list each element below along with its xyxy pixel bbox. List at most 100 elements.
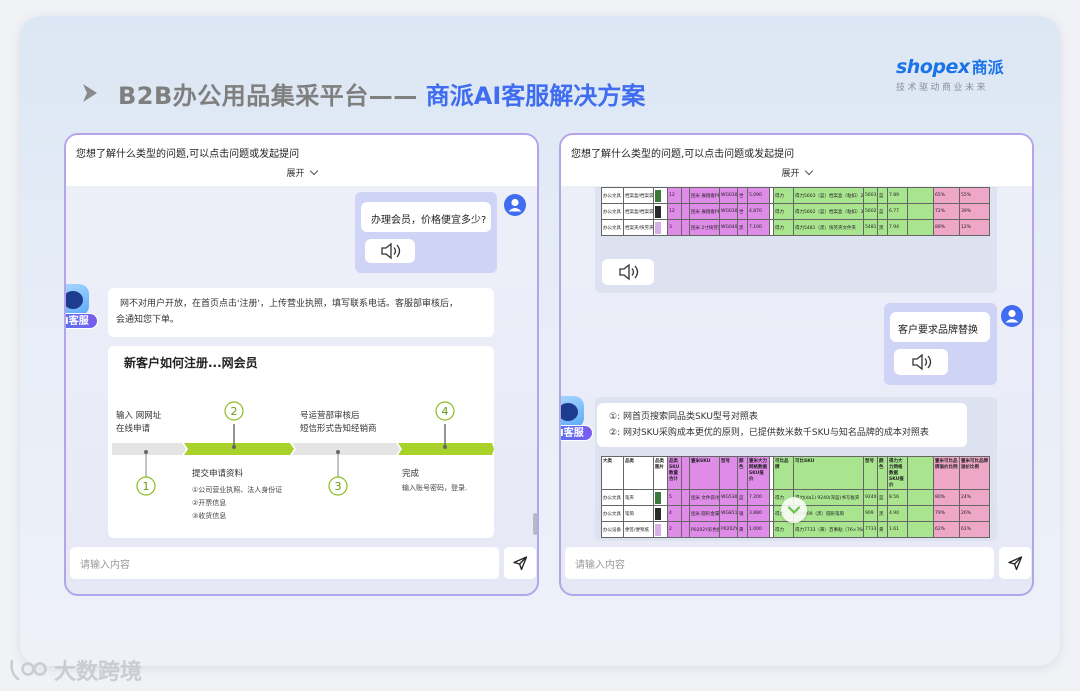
table-cell: P0202Y彩色便签 [689, 521, 720, 538]
table-cell [907, 187, 934, 204]
chevron-down-icon [309, 166, 318, 176]
table-header-cell [681, 456, 690, 490]
table-header-cell: 得力大力网格数据SKU报价 [887, 456, 908, 490]
table-cell [681, 187, 690, 204]
table-cell [653, 203, 668, 220]
step-2-title: 提交申请资料 [192, 469, 244, 479]
table-header-row: 大类 品类 品类图片 品类SKU数量合计 壹米SKU 型号 颜色 壹米大力网格数据SKU报价可… [601, 456, 990, 490]
chat-input[interactable]: 请输入内容 [70, 547, 499, 579]
table-cell: 团米 文件袋/拉链 [689, 489, 720, 506]
table-cell: 得力5481（黑）快劳夹文件夹 [793, 219, 864, 236]
table-row: 办公设备便签/便笺纸2P0202Y彩色便签P0202Y黄1.000得力得力773… [601, 521, 990, 538]
table-cell: 银 [737, 505, 748, 522]
ai-assistant-avatar: AI客服 [561, 394, 593, 444]
expand-label: 展开 [286, 169, 305, 179]
step-3-label-b: 短信形式告知经销商 [300, 424, 377, 434]
table-cell: 7.89 [887, 187, 908, 204]
title-accent: 商派AI客服解决方案 [425, 81, 646, 110]
table-row: 办公文具档案夹/快劳夹3团米 2寸快劳夹WG0402黑7.100得力得力5481… [601, 219, 990, 236]
user-message-bubble: 办理会员，价格便宜多少? [355, 192, 497, 273]
step-2-item-3: ③收货信息 [192, 512, 227, 520]
speaker-icon [619, 263, 639, 281]
table-cell: 4.90 [887, 505, 908, 522]
send-button[interactable] [504, 547, 536, 579]
slide-title: B2B办公用品集采平台—— 商派AI客服解决方案 [80, 78, 646, 110]
user-message-text: 办理会员，价格便宜多少? [361, 202, 491, 232]
speaker-button-previous[interactable] [602, 259, 654, 285]
table-cell [907, 203, 934, 220]
table-cell: 5602 [863, 203, 878, 220]
table-cell: 3.880 [747, 505, 770, 522]
bot-reply-text-card: ①: 网首页搜索同品类SKU型号对照表 ②: 网对SKU采购成本更优的原则，已提… [597, 403, 967, 447]
table-cell: WG0300 [719, 187, 738, 204]
send-icon [513, 556, 528, 571]
question-header: 您想了解什么类型的问题,可以点击问题或发起提问 展开 [66, 135, 537, 187]
chevron-down-icon [787, 506, 801, 515]
table-cell: 黄 [877, 521, 888, 538]
table-cell: 档案盒/档案袋 [623, 203, 654, 220]
table-cell: WG8110 [719, 505, 738, 522]
table-cell: 档案盒/档案袋 [623, 187, 654, 204]
table-cell: 65% [933, 187, 960, 204]
bot-reply-line-1: 网不对用户开放，在首页点击'注册'，上传营业执照，填写联系电话。客服部审核后， [120, 299, 458, 309]
table-cell: 便签/便笺纸 [623, 521, 654, 538]
table-cell: 世 [737, 203, 748, 220]
table-cell [653, 489, 668, 506]
table-cell: 办公设备 [601, 521, 624, 538]
input-placeholder: 请输入内容 [80, 560, 130, 571]
table-row: 办公文具档案盒/档案袋 12 团米 展翔壹PP档案WG0300世4.870得力得力5… [601, 203, 990, 220]
speaker-icon [381, 242, 401, 260]
table-cell: 9240 [863, 489, 878, 506]
table-cell: 办公文具 [601, 219, 624, 236]
table-header-cell [907, 456, 934, 490]
chat-scrollbar[interactable] [533, 513, 537, 535]
table-cell: 39% [959, 203, 990, 220]
send-icon [1008, 556, 1023, 571]
table-cell: 得力7733（黄）百事贴（76×76mm） [793, 521, 864, 538]
product-thumbnail [655, 189, 661, 202]
table-header-cell: 壹米可比品牌溢价比例 [933, 456, 960, 490]
table-header-cell: 大类 [601, 456, 624, 490]
step-1-number: 1 [143, 480, 150, 493]
user-message-bubble: 客户要求品牌替换 [884, 303, 997, 385]
table-cell [907, 521, 934, 538]
expand-toggle[interactable]: 展开 [66, 166, 537, 179]
product-thumbnail [655, 205, 661, 218]
speaker-button[interactable] [365, 239, 415, 263]
table-cell: 7.100 [747, 219, 770, 236]
table-cell: 5 [667, 489, 682, 506]
table-header-cell: 壹米大力网格数据SKU报价 [747, 456, 770, 490]
scroll-down-button[interactable] [781, 497, 807, 523]
chevron-right-icon [83, 84, 97, 102]
table-cell [907, 489, 934, 506]
table-cell: WG5301 [719, 489, 738, 506]
table-header-cell: 型号 [863, 456, 878, 490]
speaker-button[interactable] [894, 349, 948, 375]
table-cell: 8.56 [887, 489, 908, 506]
question-prompt: 您想了解什么类型的问题,可以点击问题或发起提问 [76, 149, 300, 160]
table-cell: 蓝 [877, 203, 888, 220]
table-cell: 4 [667, 505, 682, 522]
table-cell: 89% [933, 219, 960, 236]
product-thumbnail [655, 491, 661, 504]
bot-reply-bubble: 网不对用户开放，在首页点击'注册'，上传营业执照，填写联系电话。客服部审核后， … [108, 288, 494, 337]
table-cell [681, 203, 690, 220]
expand-label: 展开 [781, 169, 800, 179]
table-cell: 得力 [773, 521, 794, 538]
chevron-down-icon [804, 166, 813, 176]
expand-toggle[interactable]: 展开 [561, 166, 1032, 179]
step-2-item-2: ②开票信息 [192, 499, 227, 507]
send-button[interactable] [999, 547, 1031, 579]
table-cell: 办公文具 [601, 505, 624, 522]
chat-input[interactable]: 请输入内容 [565, 547, 994, 579]
title-main: B2B办公用品集采平台—— [118, 81, 418, 110]
table-cell: 蓝 [877, 187, 888, 204]
step-3-label-a: 号运营部审核后 [300, 411, 360, 421]
table-cell: 24% [959, 489, 990, 506]
table-cell: 55% [959, 187, 990, 204]
step-4-number: 4 [442, 405, 449, 418]
table-cell [653, 505, 668, 522]
table-cell: 1.61 [887, 521, 908, 538]
table-cell: 黑 [877, 219, 888, 236]
step-4-title: 完成 [402, 469, 420, 479]
